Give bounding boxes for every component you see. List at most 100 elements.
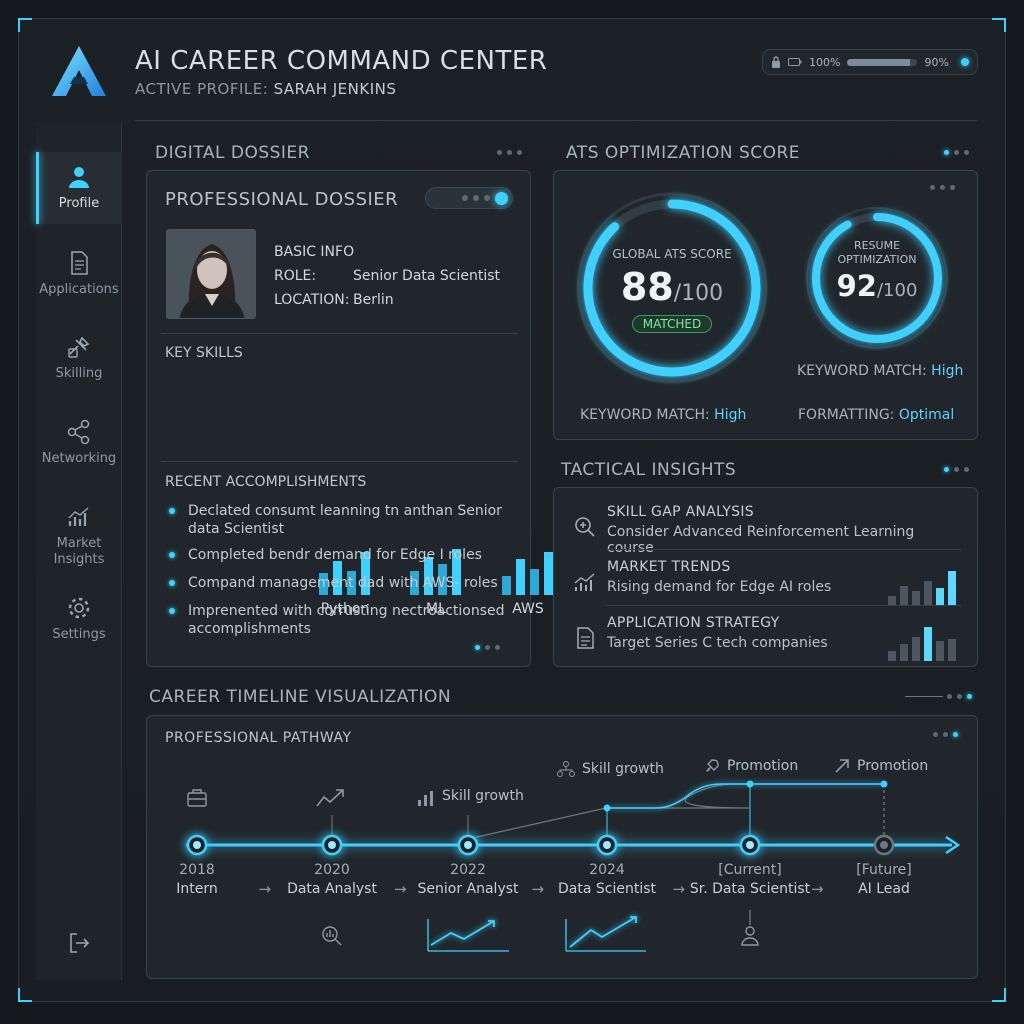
insight-market-trends[interactable]: MARKET TRENDS Rising demand for Edge AI …	[572, 555, 962, 607]
growth-marker	[880, 780, 888, 788]
accomplishment-item: Declated consumt leanning tn anthan Seni…	[167, 502, 512, 538]
section-menu[interactable]	[947, 694, 972, 699]
divider	[161, 461, 518, 462]
mini-bar	[948, 571, 956, 605]
sidebar-item-networking[interactable]: Networking	[36, 419, 122, 466]
frame-corner	[992, 18, 1006, 32]
kv-value: Optimal	[898, 407, 955, 423]
timeline-role: AI Lead	[858, 881, 910, 897]
sidebar-item-label: Profile	[58, 196, 100, 211]
growth-sparkline	[427, 919, 509, 952]
sidebar-item-skilling[interactable]: Skilling	[36, 334, 122, 381]
growth-curve-muted	[467, 783, 884, 840]
insight-application-strategy[interactable]: APPLICATION STRATEGY Target Series C tec…	[572, 611, 962, 663]
panel-menu[interactable]	[930, 185, 955, 190]
section-label-career-timeline: CAREER TIMELINE VISUALIZATION	[149, 687, 452, 707]
logout-button[interactable]	[36, 930, 122, 962]
timeline-year: [Current]	[718, 862, 782, 878]
status-first-value: 100%	[809, 55, 841, 69]
skill-level-bar	[544, 552, 553, 595]
growth-sparkline	[565, 916, 646, 952]
timeline-role: Data Scientist	[558, 881, 656, 897]
kv-value: High	[714, 407, 747, 423]
mini-bar	[888, 651, 896, 661]
sidebar-item-market-insights[interactable]: Market Insights	[36, 504, 122, 568]
section-label-tactical-insights: TACTICAL INSIGHTS	[561, 460, 737, 480]
section-menu[interactable]	[944, 150, 969, 155]
growth-marker	[603, 804, 611, 812]
arrow-up-right-icon	[835, 759, 849, 773]
mini-bar	[900, 644, 908, 661]
skill-level-bar	[516, 559, 525, 595]
insight-detail: Consider Advanced Reinforcement Learning…	[607, 524, 915, 556]
logout-icon	[70, 933, 90, 953]
ats-score-panel: GLOBAL ATS SCORE 88/100 MATCHED RESUME O…	[553, 170, 978, 440]
tag-skill-growth: Skill growth	[416, 788, 524, 804]
section-rule	[905, 696, 943, 697]
document-icon	[71, 251, 88, 275]
sidebar-item-settings[interactable]: Settings	[36, 595, 122, 642]
avatar	[166, 229, 256, 319]
timeline-node-label: 2020 Data Analyst	[267, 861, 397, 899]
sidebar-item-label: Applications	[39, 282, 119, 297]
mini-bar	[936, 641, 944, 661]
kv-key: KEYWORD MATCH:	[797, 363, 927, 379]
professional-dossier-panel: PROFESSIONAL DOSSIER BASIC INFO ROLE: Se…	[146, 170, 649, 667]
person-outline-icon	[741, 910, 759, 946]
divider	[161, 333, 518, 334]
timeline-year: 2022	[450, 862, 486, 878]
status-progress-fill	[847, 58, 911, 66]
timeline-node-label: 2022 Senior Analyst	[403, 861, 533, 899]
sidebar-item-label: Networking	[41, 451, 117, 466]
frame-corner	[18, 988, 32, 1002]
resume-keyword-match: KEYWORD MATCH: High	[797, 363, 963, 379]
timeline-node-core	[464, 841, 472, 849]
resume-label-line: RESUME	[853, 239, 901, 252]
network-icon	[557, 761, 575, 777]
skill-name: AWS	[512, 601, 544, 617]
tag-promotion: Promotion	[833, 757, 928, 775]
dossier-toggle[interactable]	[425, 187, 513, 209]
pagination-dots[interactable]	[475, 645, 500, 650]
insight-detail: Rising demand for Edge AI roles	[607, 579, 832, 595]
active-profile-prefix: ACTIVE PROFILE:	[135, 80, 269, 98]
global-ats-score: 88	[620, 265, 674, 309]
timeline-node-core	[880, 841, 888, 849]
global-keyword-match: KEYWORD MATCH: High	[580, 407, 746, 423]
section-menu[interactable]	[944, 467, 969, 472]
global-ats-readout: GLOBAL ATS SCORE 88/100 MATCHED	[582, 247, 762, 333]
status-second-value: 90%	[924, 55, 949, 69]
sidebar-item-profile[interactable]: Profile	[36, 152, 122, 224]
career-timeline-chart	[186, 780, 961, 952]
section-label-ats: ATS OPTIMIZATION SCORE	[566, 143, 801, 163]
matched-badge: MATCHED	[631, 315, 713, 333]
document-icon	[577, 627, 594, 649]
magnifier-icon	[575, 517, 595, 537]
accomplishment-item: Completed bendr demand for Edge I roles	[167, 546, 512, 564]
insight-title: SKILL GAP ANALYSIS	[607, 504, 754, 520]
sidebar-item-label: Skilling	[55, 366, 103, 381]
growth-curve	[607, 783, 884, 809]
mini-bar	[912, 591, 920, 605]
formatting-status: FORMATTING: Optimal	[798, 407, 954, 423]
battery-icon	[788, 58, 802, 66]
divider	[606, 549, 961, 550]
timeline-node-label: [Current] Sr. Data Scientist	[685, 861, 815, 899]
timeline-role: Intern	[176, 881, 218, 897]
sidebar-item-applications[interactable]: Applications	[36, 250, 122, 297]
tools-icon	[68, 336, 90, 358]
tag-label: Skill growth	[582, 761, 664, 777]
frame-corner	[18, 18, 32, 32]
app-title: AI CAREER COMMAND CENTER	[135, 46, 548, 76]
panel-title: PROFESSIONAL DOSSIER	[165, 189, 399, 210]
system-status-pill: 100% 90%	[762, 49, 978, 75]
active-profile: ACTIVE PROFILE: SARAH JENKINS	[135, 80, 396, 98]
chart-icon	[68, 507, 89, 526]
mini-bar	[948, 639, 956, 661]
tag-label: Skill growth	[442, 788, 524, 804]
kv-key: KEYWORD MATCH:	[580, 407, 710, 423]
section-menu[interactable]	[497, 150, 522, 155]
timeline-role: Data Analyst	[287, 881, 377, 897]
insight-skill-gap[interactable]: SKILL GAP ANALYSIS Consider Advanced Rei…	[572, 500, 962, 556]
resume-optimization-readout: RESUME OPTIMIZATION 92/100	[817, 239, 937, 303]
